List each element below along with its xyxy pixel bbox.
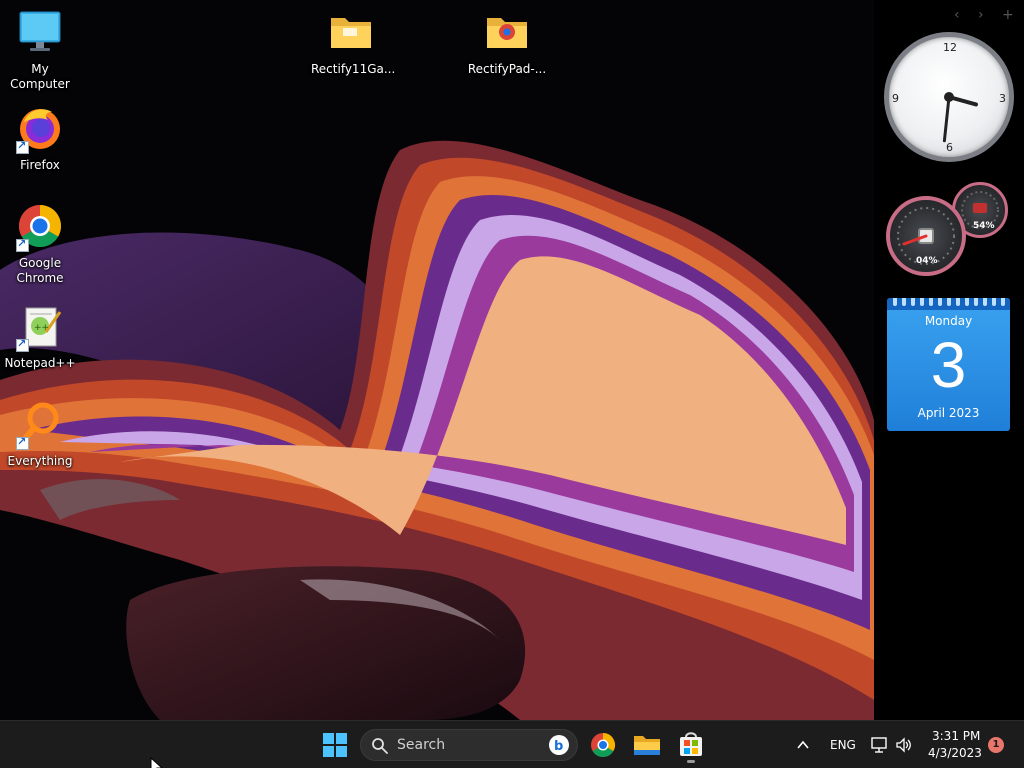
volume-icon[interactable] [895, 736, 913, 754]
taskbar-clock-time[interactable]: 3:31 PM [932, 729, 980, 743]
desktop-icon-everything[interactable]: Everything [0, 400, 80, 469]
sidebar-prev-button[interactable]: ‹ [954, 6, 960, 24]
desktop-icon-label: Firefox [20, 158, 60, 172]
everything-search-icon [16, 400, 64, 450]
windows-logo-icon [323, 733, 347, 757]
svg-text:++: ++ [34, 323, 49, 333]
desktop-icon-label: Google Chrome [16, 256, 64, 285]
desktop-icon-rectifypad-folder[interactable]: RectifyPad-... [467, 8, 547, 77]
calendar-month-year: April 2023 [917, 406, 980, 420]
notepadpp-icon: ++ [16, 302, 64, 352]
cpu-meter-gadget[interactable]: 04% [886, 196, 966, 276]
taskbar-search-box[interactable]: Search b [360, 729, 578, 761]
search-icon [372, 738, 388, 754]
shortcut-arrow-icon [16, 337, 29, 352]
start-button[interactable] [316, 727, 354, 763]
chrome-icon [591, 733, 616, 758]
taskbar-store-button[interactable] [672, 727, 710, 763]
search-placeholder: Search [397, 737, 446, 753]
clock-gadget[interactable]: 12 3 6 9 [884, 32, 1014, 162]
desktop-wallpaper [0, 0, 1024, 720]
store-icon [680, 732, 702, 756]
desktop-icon-label: My Computer [10, 62, 70, 91]
cpu-usage-label: 04% [916, 256, 938, 266]
mouse-cursor-icon [150, 757, 163, 768]
network-icon[interactable] [871, 736, 889, 754]
calendar-gadget[interactable]: Monday 3 April 2023 [887, 298, 1010, 431]
chevron-up-icon[interactable] [796, 738, 810, 752]
sidebar-add-button[interactable]: + [1002, 6, 1014, 24]
running-indicator [687, 760, 695, 763]
desktop-icon-label: Rectify11Ga... [311, 62, 396, 76]
firefox-icon [16, 104, 64, 154]
clock-minute-hand [942, 95, 951, 143]
folder-icon [327, 8, 375, 56]
desktop-icon-label: RectifyPad-... [467, 62, 547, 76]
desktop-icon-notepadpp[interactable]: ++ Notepad++ [0, 302, 80, 371]
calendar-weekday: Monday [924, 314, 973, 328]
monitor-icon [16, 8, 64, 56]
svg-text:b: b [554, 739, 563, 754]
taskbar-chrome-button[interactable] [584, 727, 622, 763]
shortcut-arrow-icon [16, 237, 29, 252]
sidebar-next-button[interactable]: › [978, 6, 984, 24]
desktop-icon-google-chrome[interactable]: Google Chrome [0, 202, 80, 286]
desktop-icon-rectify11-folder[interactable]: Rectify11Ga... [311, 8, 396, 77]
shortcut-arrow-icon [16, 139, 29, 154]
file-explorer-icon [634, 736, 660, 755]
notification-badge[interactable]: 1 [988, 737, 1004, 753]
shortcut-arrow-icon [16, 435, 29, 450]
language-indicator[interactable]: ENG [830, 738, 856, 752]
desktop-icon-label: Everything [7, 454, 73, 468]
calendar-day-number: 3 [930, 329, 967, 401]
clock-center-pin [944, 92, 954, 102]
desktop-icon-my-computer[interactable]: My Computer [0, 8, 80, 92]
memory-usage-label: 54% [973, 221, 995, 231]
taskbar-clock-date[interactable]: 4/3/2023 [928, 746, 982, 760]
chrome-icon [16, 202, 64, 252]
bing-icon[interactable]: b [548, 734, 570, 756]
folder-chrome-icon [483, 8, 531, 56]
wallpaper-swirl [0, 140, 874, 720]
calendar-binding-rings [887, 298, 1010, 310]
desktop-icon-label: Notepad++ [4, 356, 76, 370]
desktop-icon-firefox[interactable]: Firefox [0, 104, 80, 173]
taskbar-file-explorer-button[interactable] [628, 727, 666, 763]
clock-hands [942, 92, 978, 143]
